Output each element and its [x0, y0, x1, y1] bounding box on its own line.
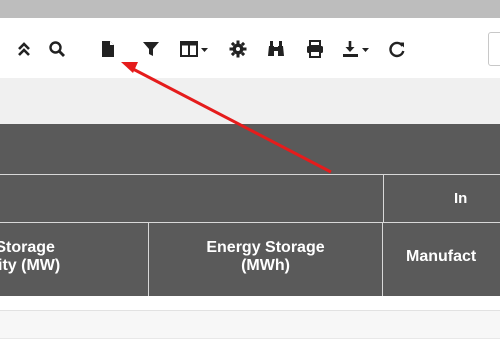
search-icon[interactable] [46, 38, 68, 60]
columns-icon[interactable] [179, 38, 211, 60]
column-group-header [0, 174, 384, 223]
search-box[interactable] [488, 32, 500, 66]
table-caption-bar [0, 124, 500, 174]
settings-icon[interactable] [227, 38, 249, 60]
column-group-header-in: In [384, 174, 500, 223]
download-icon[interactable] [341, 38, 373, 60]
top-bar [0, 0, 500, 18]
collapse-icon[interactable] [13, 38, 35, 60]
toolbar [0, 18, 500, 78]
table-row [0, 310, 500, 339]
print-icon[interactable] [304, 38, 326, 60]
filter-icon[interactable] [140, 38, 162, 60]
table-body [0, 296, 500, 347]
column-header-storage-capacity[interactable]: y Storage ity (MW) [0, 222, 149, 297]
refresh-icon[interactable] [386, 38, 408, 60]
toolbar-band [0, 78, 500, 124]
document-icon[interactable] [97, 38, 119, 60]
find-icon[interactable] [265, 38, 287, 60]
column-header-energy-storage[interactable]: Energy Storage (MWh) [149, 222, 383, 297]
column-header-manufacturer[interactable]: Manufact [383, 222, 500, 297]
